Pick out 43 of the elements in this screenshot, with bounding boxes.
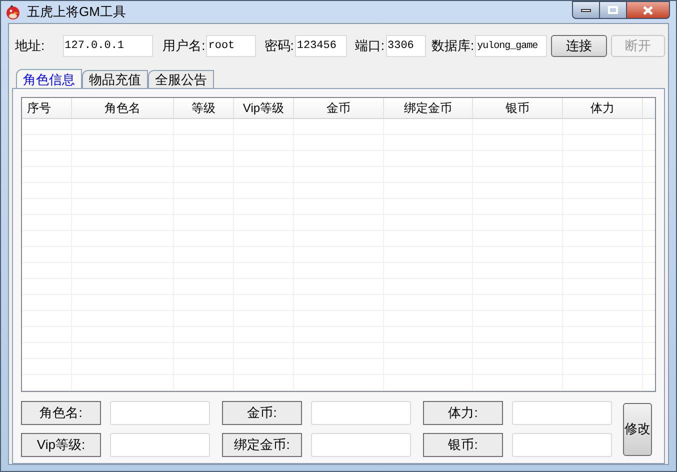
column-header[interactable]: 角色名	[72, 98, 174, 118]
input-field[interactable]	[110, 433, 210, 457]
input-field[interactable]	[512, 433, 612, 457]
field-label: 体力:	[423, 401, 503, 425]
minimize-icon	[581, 8, 591, 12]
input-field[interactable]: yulong_game	[475, 35, 548, 57]
tab[interactable]: 角色信息	[16, 69, 82, 89]
input-field[interactable]	[110, 401, 210, 425]
input-field[interactable]	[311, 401, 411, 425]
field-label: Vip等级:	[21, 433, 101, 457]
field-label: 密码:	[264, 37, 294, 56]
column-header[interactable]: 体力	[563, 98, 643, 118]
modify-button[interactable]: 修改	[623, 402, 652, 456]
close-button[interactable]	[626, 1, 670, 19]
column-header[interactable]: Vip等级	[234, 98, 294, 118]
column-header[interactable]: 序号	[22, 98, 72, 118]
field-label: 数据库:	[432, 37, 474, 56]
field-label: 地址:	[15, 37, 45, 56]
field-label: 绑定金币:	[222, 433, 302, 457]
input-field[interactable]	[512, 401, 612, 425]
input-field[interactable]: root	[206, 35, 256, 57]
field-label: 金币:	[222, 401, 302, 425]
connection-button[interactable]: 连接	[551, 35, 608, 57]
column-header[interactable]: 银币	[473, 98, 563, 118]
field-label: 端口:	[354, 37, 384, 56]
close-icon	[643, 6, 653, 14]
maximize-button[interactable]	[600, 1, 626, 19]
field-label: 用户名:	[162, 37, 206, 56]
tab[interactable]: 物品充值	[82, 70, 148, 88]
bird-icon	[5, 4, 21, 20]
column-header[interactable]: 绑定金币	[384, 98, 473, 118]
input-field[interactable]	[311, 433, 411, 457]
column-header[interactable]: 等级	[174, 98, 234, 118]
input-field[interactable]: 123456	[294, 35, 347, 57]
minimize-button[interactable]	[572, 1, 600, 19]
input-field[interactable]: 3306	[386, 35, 426, 57]
field-label: 银币:	[423, 433, 503, 457]
tab[interactable]: 全服公告	[148, 70, 214, 88]
maximize-icon	[608, 6, 618, 14]
field-label: 角色名:	[21, 401, 101, 425]
input-field[interactable]: 127.0.0.1	[62, 35, 153, 57]
column-header[interactable]: 金币	[294, 98, 384, 118]
window-title: 五虎上将GM工具	[27, 3, 126, 22]
